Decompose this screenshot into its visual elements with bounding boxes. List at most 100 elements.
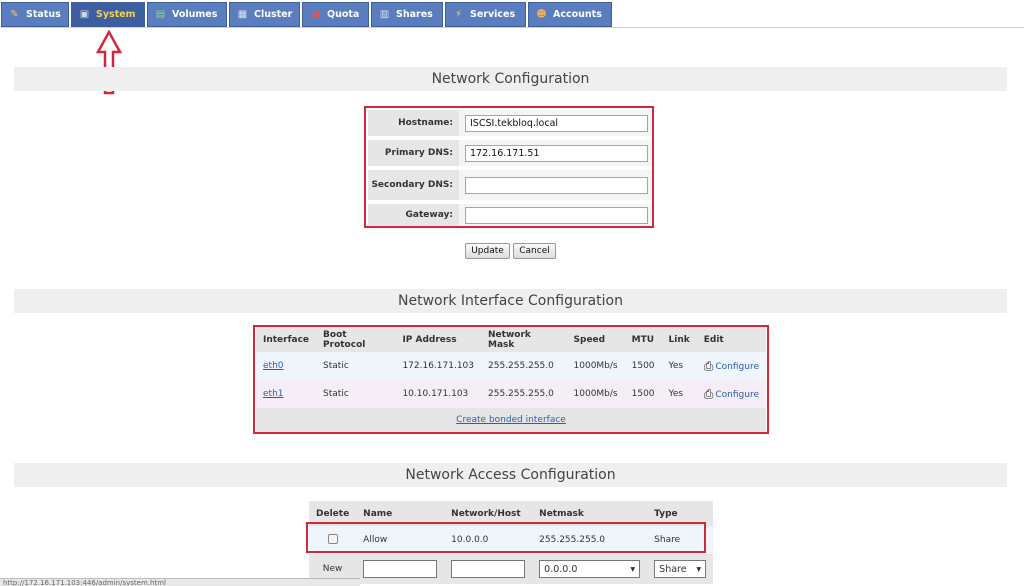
gateway-input[interactable]: [465, 206, 648, 224]
type-select-value: Share: [659, 563, 687, 575]
dropdown-arrow-icon: ▾: [630, 563, 636, 575]
tab-volumes[interactable]: ▤ Volumes: [147, 2, 227, 27]
form-row-hostname: Hostname: ISCSI.tekbloq.local: [368, 110, 651, 136]
interface-table: Interface Boot Protocol IP Address Netwo…: [256, 327, 766, 432]
browser-status-bar: http://172.16.171.103:446/admin/system.h…: [0, 578, 360, 586]
col-header: Boot Protocol: [316, 327, 396, 352]
top-nav: ✎ Status ▣ System ▤ Volumes ▦ Cluster ◕ …: [0, 0, 1024, 28]
table-header-row: Interface Boot Protocol IP Address Netwo…: [256, 327, 766, 352]
secondary-dns-label: Secondary DNS:: [368, 170, 459, 200]
section-title: Network Access Configuration: [405, 467, 616, 483]
configure-link[interactable]: ⎙ Configure: [704, 360, 759, 372]
network-mask-cell: 255.255.255.0: [481, 352, 567, 380]
new-network-input[interactable]: [451, 560, 526, 578]
shares-icon: ▥: [379, 8, 390, 20]
name-cell: Allow: [356, 526, 445, 554]
netmask-select[interactable]: 0.0.0.0 ▾: [539, 560, 641, 578]
access-config-header: Network Access Configuration: [14, 463, 1007, 487]
cluster-icon: ▦: [237, 8, 248, 20]
table-header-row: Delete Name Network/Host Netmask Type: [309, 501, 714, 526]
tab-label: Volumes: [172, 9, 218, 20]
configure-link[interactable]: ⎙ Configure: [704, 388, 759, 400]
access-table: Delete Name Network/Host Netmask Type Al…: [309, 501, 714, 584]
network-config-header: Network Configuration: [14, 67, 1007, 91]
tab-label: Status: [26, 9, 61, 20]
tab-cluster[interactable]: ▦ Cluster: [229, 2, 300, 27]
form-row-primary-dns: Primary DNS: 172.16.171.51: [368, 140, 651, 166]
network-mask-cell: 255.255.255.0: [481, 380, 567, 408]
netmask-cell: 255.255.255.0: [532, 526, 648, 554]
table-row: eth0 Static 172.16.171.103 255.255.255.0…: [256, 352, 766, 380]
tab-system[interactable]: ▣ System: [71, 2, 145, 27]
update-button[interactable]: Update: [465, 243, 510, 259]
col-header: Name: [356, 501, 445, 526]
tab-label: Shares: [396, 9, 433, 20]
ip-address-cell: 10.10.171.103: [395, 380, 482, 408]
tab-shares[interactable]: ▥ Shares: [371, 2, 443, 27]
primary-dns-label: Primary DNS:: [368, 140, 459, 166]
type-select[interactable]: Share ▾: [654, 560, 707, 578]
link-cell: Yes: [661, 352, 697, 380]
section-title: Network Configuration: [431, 71, 590, 87]
tab-label: Services: [470, 9, 516, 20]
scroll-icon: ⎙: [703, 358, 714, 373]
system-icon: ▣: [79, 8, 90, 20]
tab-services[interactable]: ⚡ Services: [445, 2, 526, 27]
status-icon: ✎: [10, 8, 19, 20]
tab-label: System: [96, 9, 136, 20]
gateway-label: Gateway:: [368, 204, 459, 226]
ip-address-cell: 172.16.171.103: [395, 352, 482, 380]
secondary-dns-cell: [459, 170, 651, 200]
mtu-cell: 1500: [624, 380, 662, 408]
configure-label: Configure: [715, 361, 759, 372]
col-header: Edit: [696, 327, 766, 352]
col-header: Netmask: [532, 501, 648, 526]
network-host-cell: 10.0.0.0: [444, 526, 533, 554]
configure-label: Configure: [715, 389, 759, 400]
quota-icon: ◕: [311, 8, 320, 20]
tab-status[interactable]: ✎ Status: [1, 2, 69, 27]
tab-label: Quota: [327, 9, 360, 20]
col-header: IP Address: [395, 327, 482, 352]
table-row: Allow 10.0.0.0 255.255.255.0 Share: [309, 526, 714, 554]
services-icon: ⚡: [454, 8, 463, 20]
scroll-icon: ⎙: [703, 386, 714, 401]
tab-label: Accounts: [553, 9, 602, 20]
tab-accounts[interactable]: ☻ Accounts: [528, 2, 612, 27]
tab-quota[interactable]: ◕ Quota: [302, 2, 369, 27]
mtu-cell: 1500: [624, 352, 662, 380]
type-cell: Share: [647, 526, 714, 554]
table-row: eth1 Static 10.10.171.103 255.255.255.0 …: [256, 380, 766, 408]
interface-link[interactable]: eth0: [263, 361, 284, 371]
col-header: Speed: [566, 327, 625, 352]
new-name-input[interactable]: [363, 560, 438, 578]
col-header: Interface: [256, 327, 317, 352]
form-row-gateway: Gateway:: [368, 204, 651, 226]
hostname-input[interactable]: ISCSI.tekbloq.local: [465, 114, 648, 132]
secondary-dns-input[interactable]: [465, 176, 648, 194]
dropdown-arrow-icon: ▾: [696, 563, 702, 575]
col-header: Network Mask: [481, 327, 567, 352]
link-cell: Yes: [661, 380, 697, 408]
form-row-secondary-dns: Secondary DNS:: [368, 170, 651, 200]
delete-checkbox[interactable]: [327, 533, 338, 544]
interface-link[interactable]: eth1: [263, 389, 284, 399]
network-config-form: Hostname: ISCSI.tekbloq.local Primary DN…: [364, 106, 654, 228]
tab-label: Cluster: [254, 9, 293, 20]
create-bonded-interface-link[interactable]: Create bonded interface: [456, 415, 566, 425]
volumes-icon: ▤: [155, 8, 166, 20]
cancel-button[interactable]: Cancel: [513, 243, 556, 259]
hostname-cell: ISCSI.tekbloq.local: [459, 110, 651, 136]
boot-protocol-cell: Static: [316, 352, 396, 380]
col-header: Delete: [309, 501, 357, 526]
section-title: Network Interface Configuration: [398, 293, 623, 309]
col-header: Network/Host: [444, 501, 533, 526]
accounts-icon: ☻: [536, 8, 547, 20]
col-header: Link: [661, 327, 697, 352]
col-header: MTU: [624, 327, 662, 352]
col-header: Type: [647, 501, 714, 526]
primary-dns-input[interactable]: 172.16.171.51: [465, 144, 648, 162]
new-row: New 0.0.0.0 ▾ Share ▾: [309, 554, 714, 584]
boot-protocol-cell: Static: [316, 380, 396, 408]
netmask-select-value: 0.0.0.0: [544, 563, 578, 575]
